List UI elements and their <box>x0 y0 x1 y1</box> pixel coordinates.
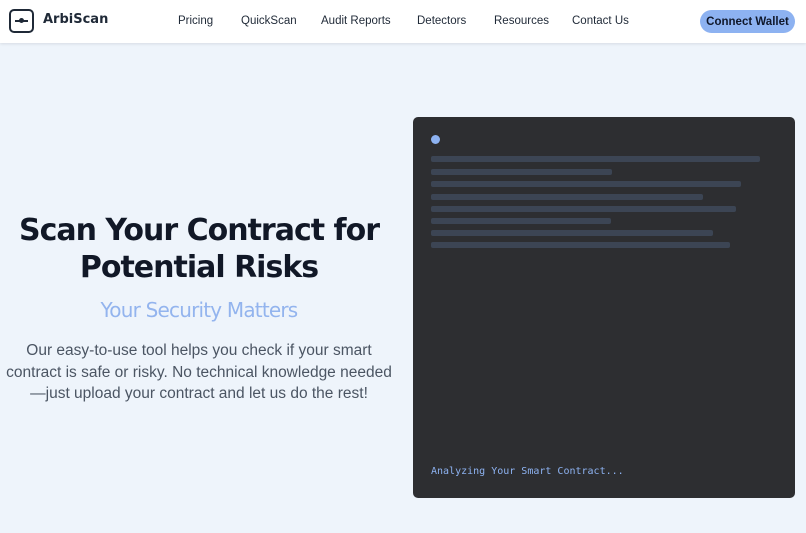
scanner-code-panel: Analyzing Your Smart Contract... <box>413 117 795 498</box>
code-placeholder-line <box>431 230 713 236</box>
code-placeholder-line <box>431 156 760 162</box>
nav-link-resources[interactable]: Resources <box>494 15 549 27</box>
hero-title-line-1: Scan Your Contract for <box>18 213 380 248</box>
code-placeholder-line <box>431 218 611 224</box>
nav-link-detectors[interactable]: Detectors <box>417 15 466 27</box>
hero-title-line-2: Potential Risks <box>79 250 319 285</box>
nav-link-audit-reports[interactable]: Audit Reports <box>321 15 391 27</box>
top-navbar: ArbiScan Pricing QuickScan Audit Reports… <box>0 0 806 43</box>
hero-description-line-2: contract is safe or risky. No technical … <box>6 363 392 381</box>
brand-name[interactable]: ArbiScan <box>43 12 108 27</box>
hero-description-line-3: —just upload your contract and let us do… <box>30 385 368 402</box>
connect-wallet-button[interactable]: Connect Wallet <box>700 10 795 33</box>
nav-link-pricing[interactable]: Pricing <box>178 15 213 27</box>
nav-link-contact-us[interactable]: Contact Us <box>572 15 629 27</box>
nav-link-quickscan[interactable]: QuickScan <box>241 15 297 27</box>
code-placeholder-line <box>431 194 703 200</box>
hero-description: Our easy-to-use tool helps you check if … <box>0 340 398 405</box>
code-placeholder-line <box>431 242 730 248</box>
status-dot-icon <box>431 135 440 144</box>
code-placeholder-line <box>431 181 741 187</box>
logo-icon[interactable] <box>9 9 34 33</box>
hero-subtitle: Your Security Matters <box>100 298 299 322</box>
hero-title: Scan Your Contract for Potential Risks <box>0 212 398 286</box>
scan-status-text: Analyzing Your Smart Contract... <box>431 466 624 477</box>
hero-description-line-1: Our easy-to-use tool helps you check if … <box>26 342 372 359</box>
code-placeholder-line <box>431 206 736 212</box>
code-placeholder-line <box>431 169 612 175</box>
